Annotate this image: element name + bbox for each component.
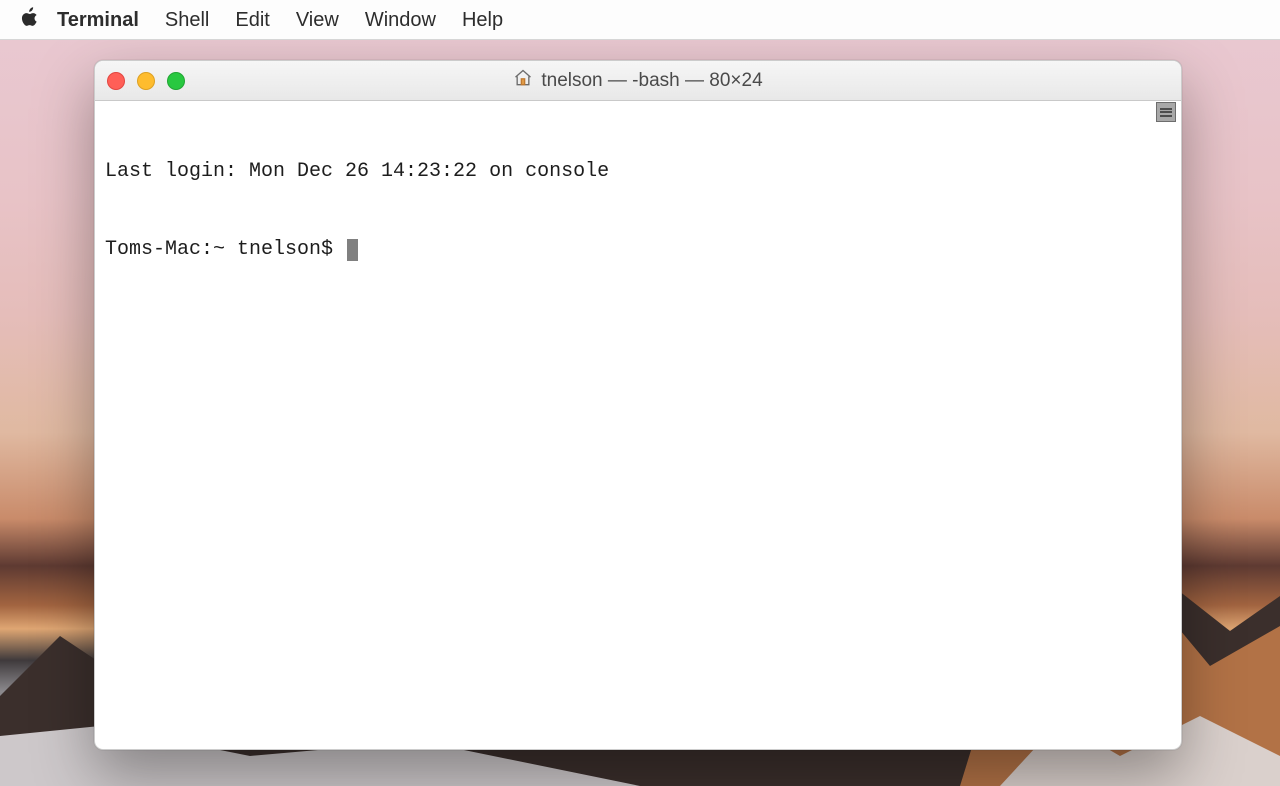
menu-window[interactable]: Window bbox=[352, 0, 449, 40]
menu-help[interactable]: Help bbox=[449, 0, 516, 40]
prompt-line: Toms-Mac:~ tnelson$ bbox=[105, 237, 1171, 263]
close-button[interactable] bbox=[107, 72, 125, 90]
menu-view[interactable]: View bbox=[283, 0, 352, 40]
zoom-button[interactable] bbox=[167, 72, 185, 90]
menu-shell[interactable]: Shell bbox=[152, 0, 222, 40]
apple-menu[interactable] bbox=[14, 6, 44, 34]
minimize-button[interactable] bbox=[137, 72, 155, 90]
scrollbar-grip-icon[interactable] bbox=[1156, 102, 1176, 122]
menu-app-name[interactable]: Terminal bbox=[44, 0, 152, 40]
last-login-line: Last login: Mon Dec 26 14:23:22 on conso… bbox=[105, 159, 1171, 185]
text-cursor bbox=[347, 239, 358, 261]
window-title: tnelson — -bash — 80×24 bbox=[513, 68, 762, 94]
window-traffic-lights bbox=[107, 72, 185, 90]
shell-prompt: Toms-Mac:~ tnelson$ bbox=[105, 237, 345, 263]
home-icon bbox=[513, 68, 533, 94]
menu-edit[interactable]: Edit bbox=[222, 0, 282, 40]
apple-logo-icon bbox=[19, 6, 39, 34]
menubar: Terminal Shell Edit View Window Help bbox=[0, 0, 1280, 40]
window-title-text: tnelson — -bash — 80×24 bbox=[541, 70, 762, 92]
terminal-viewport[interactable]: Last login: Mon Dec 26 14:23:22 on conso… bbox=[95, 101, 1181, 325]
terminal-window: tnelson — -bash — 80×24 Last login: Mon … bbox=[94, 60, 1182, 750]
window-titlebar[interactable]: tnelson — -bash — 80×24 bbox=[95, 61, 1181, 101]
